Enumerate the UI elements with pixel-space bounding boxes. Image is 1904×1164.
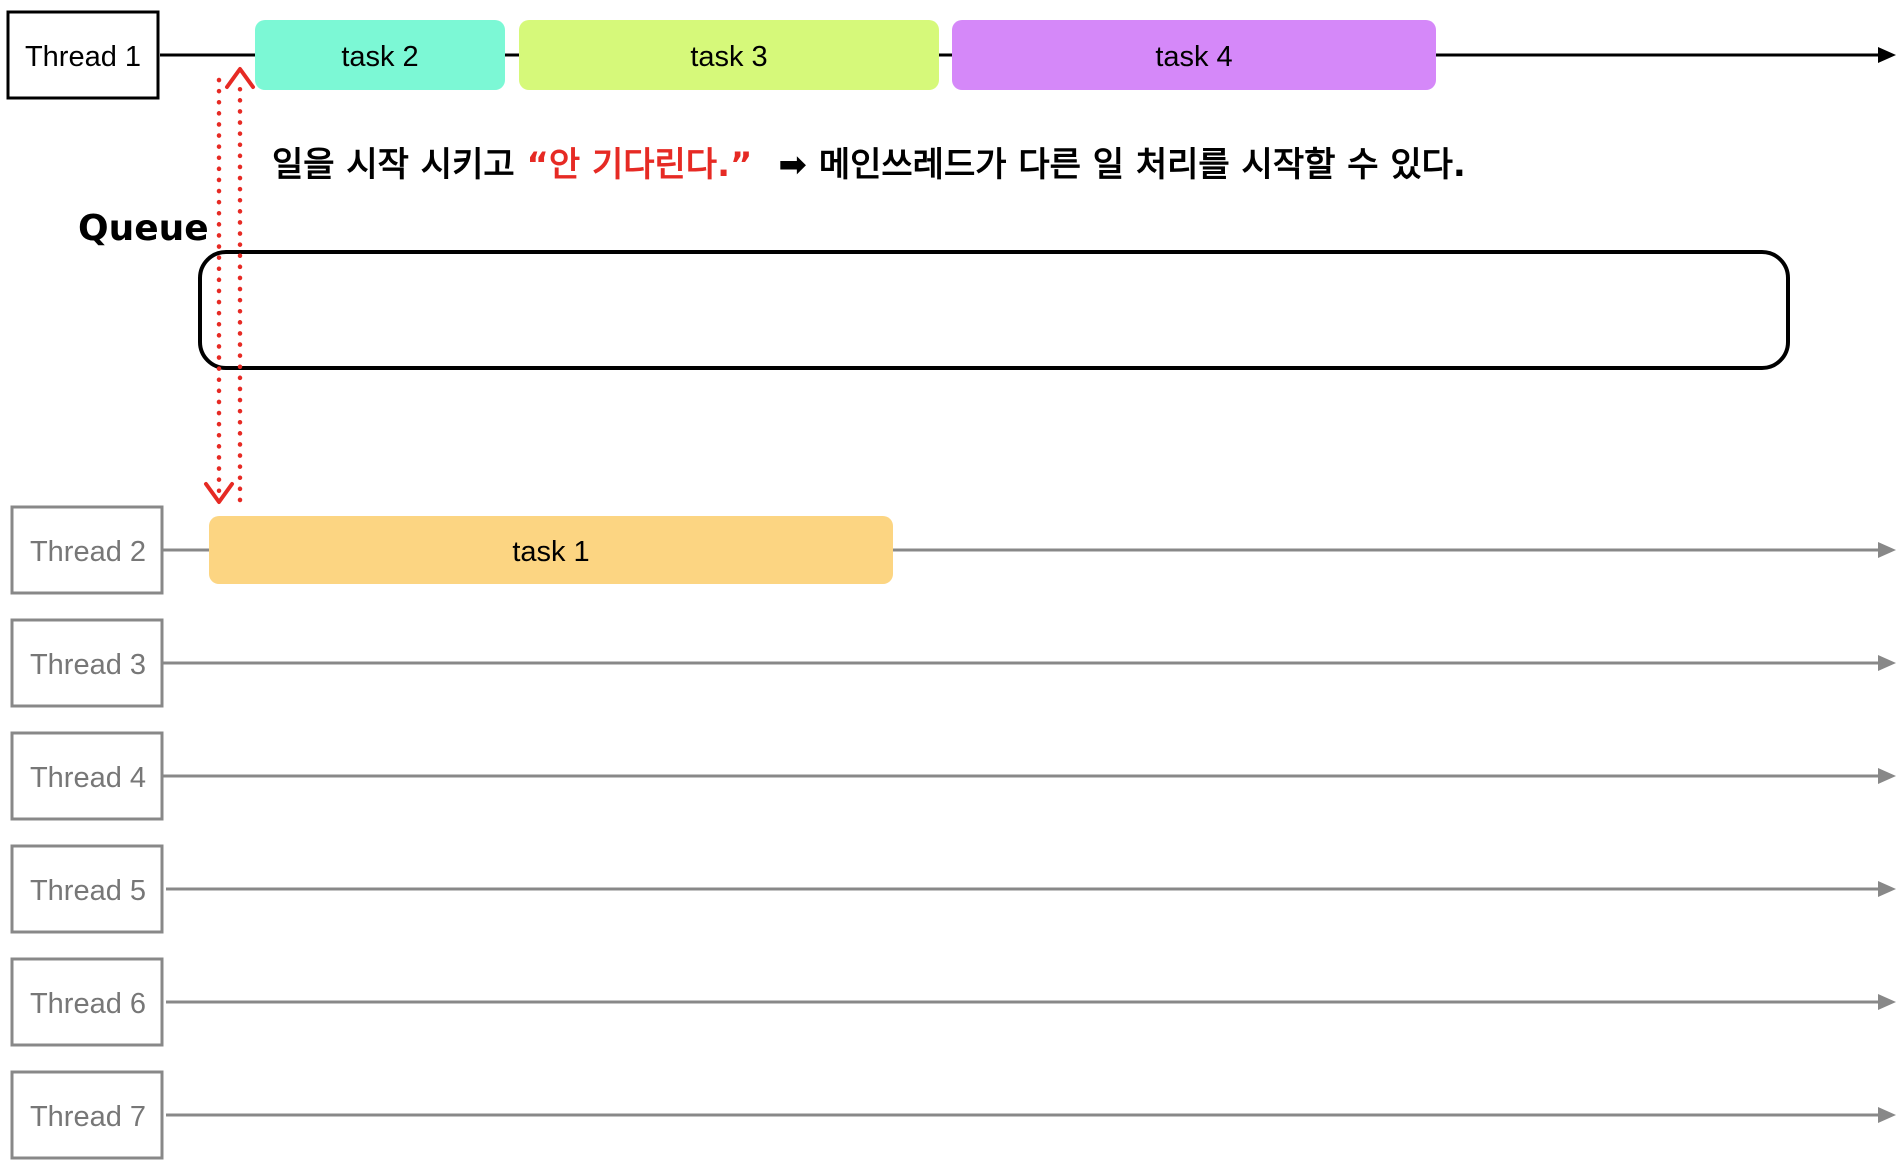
- task-label-task-3: task 3: [690, 41, 767, 73]
- main-thread-row: Thread 1 task 2 task 3 task 4: [6, 10, 1896, 100]
- queue-box: [198, 250, 1790, 370]
- main-thread-arrowhead: [1878, 47, 1896, 63]
- worker-thread-label-7: Thread 7: [30, 1101, 146, 1133]
- annotation-sentence: 일을 시작 시키고 “안 기다린다.” ➡ 메인쓰레드가 다른 일 처리를 시작할 …: [272, 145, 1466, 185]
- worker-thread-arrowhead-6: [1878, 994, 1896, 1010]
- task-label-task-2: task 2: [341, 41, 418, 73]
- worker-thread-row-6: Thread 6: [10, 957, 1896, 1047]
- worker-thread-row-4: Thread 4: [10, 731, 1896, 821]
- worker-thread-label-4: Thread 4: [30, 762, 146, 794]
- worker-thread-label-5: Thread 5: [30, 875, 146, 907]
- annotation-highlight: “안 기다린다.”: [526, 145, 752, 185]
- annotation-arrow-icon: ➡: [778, 145, 807, 185]
- main-thread-label: Thread 1: [25, 41, 141, 73]
- worker-thread-arrowhead-3: [1878, 655, 1896, 671]
- worker-thread-label-2: Thread 2: [30, 536, 146, 568]
- worker-thread-row-7: Thread 7: [10, 1070, 1896, 1160]
- dispatch-arrow-up-head: [225, 67, 255, 89]
- dispatch-arrows: [204, 67, 255, 504]
- worker-thread-arrowhead-4: [1878, 768, 1896, 784]
- annotation-suffix: 메인쓰레드가 다른 일 처리를 시작할 수 있다.: [819, 145, 1466, 185]
- worker-thread-row-5: Thread 5: [10, 844, 1896, 934]
- worker-thread-row-3: Thread 3: [10, 618, 1896, 708]
- worker-thread-label-3: Thread 3: [30, 649, 146, 681]
- worker-thread-arrowhead-7: [1878, 1107, 1896, 1123]
- worker-thread-arrowhead-5: [1878, 881, 1896, 897]
- annotation-prefix: 일을 시작 시키고: [272, 145, 526, 185]
- queue-label: Queue: [78, 208, 209, 249]
- worker-thread-row-2: Thread 2 task 1: [10, 505, 1896, 595]
- task-label-task-1: task 1: [512, 536, 589, 568]
- worker-thread-arrowhead-2: [1878, 542, 1896, 558]
- task-label-task-4: task 4: [1155, 41, 1232, 73]
- worker-thread-label-6: Thread 6: [30, 988, 146, 1020]
